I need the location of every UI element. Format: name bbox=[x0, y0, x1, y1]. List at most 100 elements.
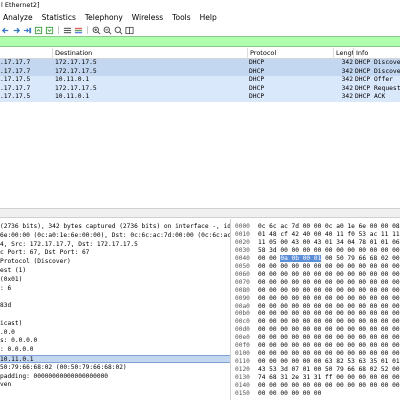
go-to-packet-icon[interactable] bbox=[23, 26, 32, 35]
zoom-reset-icon[interactable] bbox=[114, 26, 123, 35]
packet-row[interactable]: .17.17.7 172.17.17.5 DHCP 342 DHCP Request bbox=[0, 84, 400, 93]
pane-splitter[interactable] bbox=[0, 208, 400, 218]
packet-cell-protocol: DHCP bbox=[249, 84, 265, 92]
detail-tree-line[interactable]: est (1) bbox=[0, 267, 230, 275]
hex-bytes[interactable]: 00 00 00 00 00 00 00 00 00 00 00 00 00 0 bbox=[258, 326, 400, 334]
hex-bytes[interactable]: 11 05 00 43 00 43 01 34 04 78 01 01 06 0 bbox=[258, 239, 400, 247]
display-filter-input[interactable] bbox=[0, 37, 400, 46]
hex-bytes[interactable]: 00 00 00 00 00 00 00 00 00 00 00 00 00 0 bbox=[258, 342, 400, 350]
display-filter-bar bbox=[0, 36, 400, 47]
back-arrow-icon[interactable] bbox=[1, 26, 10, 35]
hex-bytes[interactable]: 00 00 00 00 00 00 00 00 00 00 00 00 00 0 bbox=[258, 382, 400, 390]
detail-tree-line[interactable]: (2736 bits), 342 bytes captured (2736 bi… bbox=[0, 223, 230, 231]
hex-bytes[interactable]: 00 00 00 00 00 00 00 00 00 00 00 00 00 0 bbox=[258, 303, 400, 311]
detail-tree-line[interactable] bbox=[0, 311, 230, 319]
hex-bytes[interactable]: 58 3d 00 00 00 00 00 00 00 00 00 00 00 0 bbox=[258, 247, 400, 255]
hex-bytes[interactable]: 74 68 31 2e 31 31 ff 00 00 00 00 00 00 0 bbox=[258, 374, 400, 382]
colorize-icon[interactable] bbox=[74, 26, 83, 35]
packet-cell-source: .17.17.5 bbox=[0, 93, 31, 100]
detail-tree-line[interactable]: 6e:00:00 (0c:a0:1e:6e:00:00), Dst: 0c:6c… bbox=[0, 232, 230, 240]
hex-offset: 0080 bbox=[235, 286, 250, 294]
packet-cell-destination: 10.11.0.1 bbox=[55, 76, 90, 83]
toolbar-separator bbox=[87, 26, 88, 34]
hex-bytes[interactable]: 00 00 00 00 00 00 00 00 00 00 00 00 00 0 bbox=[258, 263, 400, 271]
menu-analyze[interactable]: Analyze bbox=[0, 13, 39, 22]
hex-offset: 0130 bbox=[235, 374, 250, 382]
detail-tree-line[interactable]: : 0.0.0.0 bbox=[0, 346, 230, 354]
packet-cell-length: 342 bbox=[341, 67, 353, 75]
hex-bytes[interactable]: 00 00 00 00 00 00 00 00 00 00 00 00 00 0 bbox=[258, 334, 400, 342]
autoscroll-icon[interactable] bbox=[63, 26, 72, 35]
detail-tree-line[interactable]: .0.0 bbox=[0, 329, 230, 337]
hex-bytes[interactable]: 00 00 00 00 00 00 00 00 00 00 00 00 00 0 bbox=[258, 318, 400, 326]
detail-tree-line[interactable]: ven bbox=[0, 381, 230, 389]
menu-tools[interactable]: Tools bbox=[169, 13, 196, 22]
hex-bytes[interactable]: 00 00 00 00 00 00 00 00 00 00 00 00 00 0 bbox=[258, 287, 400, 295]
packet-row[interactable]: .17.17.5 10.11.0.1 DHCP 342 DHCP ACK bbox=[0, 93, 400, 102]
packet-cell-info: DHCP Discover bbox=[355, 67, 400, 75]
column-header-info[interactable]: Info bbox=[353, 48, 400, 59]
hex-bytes[interactable]: 00 00 00 00 00 00 bbox=[258, 390, 321, 398]
hex-bytes-highlight: 0a 0b 00 01 bbox=[280, 254, 322, 262]
hex-bytes[interactable]: 00 00 00 00 00 00 00 00 00 00 00 00 00 0 bbox=[258, 271, 400, 279]
packet-cell-info: DHCP ACK bbox=[355, 93, 386, 100]
hex-bytes[interactable]: 00 00 00 00 00 00 63 82 53 63 35 01 01 0 bbox=[258, 358, 400, 366]
detail-tree-line[interactable]: (0x01) bbox=[0, 276, 230, 284]
packet-cell-source: .17.17.7 bbox=[0, 67, 31, 75]
packet-cell-protocol: DHCP bbox=[249, 59, 265, 66]
menu-help[interactable]: Help bbox=[197, 13, 223, 22]
packet-row[interactable]: .17.17.7 172.17.17.5 DHCP 342 DHCP Discover bbox=[0, 67, 400, 76]
detail-tree-line[interactable]: Protocol (Discover) bbox=[0, 258, 230, 266]
packet-cell-length: 342 bbox=[341, 59, 353, 66]
detail-tree-line[interactable]: 4, Src: 172.17.17.7, Dst: 172.17.17.5 bbox=[0, 241, 230, 249]
packet-row[interactable]: .17.17.7 172.17.17.5 DHCP 342 DHCP Discover bbox=[0, 59, 400, 68]
detail-tree-line[interactable] bbox=[0, 390, 230, 398]
last-packet-icon[interactable] bbox=[45, 26, 54, 35]
detail-tree-line[interactable]: s: 0.0.0.0 bbox=[0, 337, 230, 345]
packet-cell-protocol: DHCP bbox=[249, 76, 265, 83]
packet-row[interactable]: .17.17.5 10.11.0.1 DHCP 342 DHCP Offer bbox=[0, 76, 400, 85]
column-header-destination[interactable]: Destination bbox=[52, 48, 247, 59]
menu-bar: Analyze Statistics Telephony Wireless To… bbox=[0, 10, 400, 24]
detail-tree-line[interactable]: padding: 00000000000000000000 bbox=[0, 373, 230, 381]
packet-cell-destination: 172.17.17.5 bbox=[55, 67, 97, 75]
packet-details-pane: (2736 bits), 342 bytes captured (2736 bi… bbox=[0, 219, 231, 400]
zoom-out-icon[interactable] bbox=[103, 26, 112, 35]
hex-offset: 0110 bbox=[235, 358, 250, 366]
first-packet-icon[interactable] bbox=[34, 26, 43, 35]
column-header-source[interactable] bbox=[0, 48, 52, 59]
forward-arrow-icon[interactable] bbox=[12, 26, 21, 35]
hex-offset: 0120 bbox=[235, 366, 250, 374]
hex-bytes[interactable]: 00 00 00 00 00 00 00 00 00 00 00 00 00 0 bbox=[258, 310, 400, 318]
window-title: l Ethernet2] bbox=[0, 0, 400, 10]
detail-tree-line[interactable] bbox=[0, 293, 230, 301]
zoom-in-icon[interactable] bbox=[92, 26, 101, 35]
hex-bytes[interactable]: 01 48 cf 42 40 00 40 11 f0 53 ac 11 11 0 bbox=[258, 231, 400, 239]
column-header-length[interactable]: Length bbox=[333, 48, 353, 59]
resize-columns-icon[interactable] bbox=[125, 26, 134, 35]
hex-bytes[interactable]: 43 53 3d 07 01 00 50 79 66 68 02 52 00 0 bbox=[258, 366, 400, 374]
hex-bytes[interactable]: 00 00 00 00 00 00 00 00 00 00 00 00 00 0 bbox=[258, 279, 400, 287]
detail-tree-line[interactable]: 83d bbox=[0, 302, 230, 310]
hex-bytes[interactable]: 00 00 0a 0b 00 01 00 50 79 66 68 02 00 0 bbox=[258, 254, 400, 263]
detail-tree-line[interactable]: : 6 bbox=[0, 285, 230, 293]
hex-bytes[interactable]: 0c 6c ac 7d 00 00 0c a0 1e 6e 00 00 08 0 bbox=[258, 223, 400, 231]
hex-bytes-post: 00 50 79 66 68 02 00 0 bbox=[321, 254, 400, 262]
hex-offset: 0070 bbox=[235, 278, 250, 286]
packet-list-header: Destination Protocol Length Info bbox=[0, 48, 400, 59]
hex-bytes[interactable]: 00 00 00 00 00 00 00 00 00 00 00 00 00 0 bbox=[258, 295, 400, 303]
menu-wireless[interactable]: Wireless bbox=[129, 13, 169, 22]
detail-tree-line[interactable]: 50:79:66:68:02 (00:50:79:66:68:02) bbox=[0, 364, 230, 372]
menu-telephony[interactable]: Telephony bbox=[82, 13, 129, 22]
detail-tree-line[interactable]: icast) bbox=[0, 320, 230, 328]
hex-bytes[interactable]: 00 00 00 00 00 00 00 00 00 00 00 00 00 0 bbox=[258, 350, 400, 358]
hex-offset: 0040 bbox=[235, 254, 250, 262]
packet-cell-source: .17.17.5 bbox=[0, 76, 31, 83]
detail-tree-line[interactable]: 10.11.0.1 bbox=[0, 355, 230, 363]
packet-cell-protocol: DHCP bbox=[249, 93, 265, 100]
main-toolbar bbox=[0, 24, 400, 36]
hex-offset: 0150 bbox=[235, 389, 250, 397]
detail-tree-line[interactable]: c Port: 67, Dst Port: 67 bbox=[0, 249, 230, 257]
menu-statistics[interactable]: Statistics bbox=[39, 13, 82, 22]
column-header-protocol[interactable]: Protocol bbox=[247, 48, 333, 59]
